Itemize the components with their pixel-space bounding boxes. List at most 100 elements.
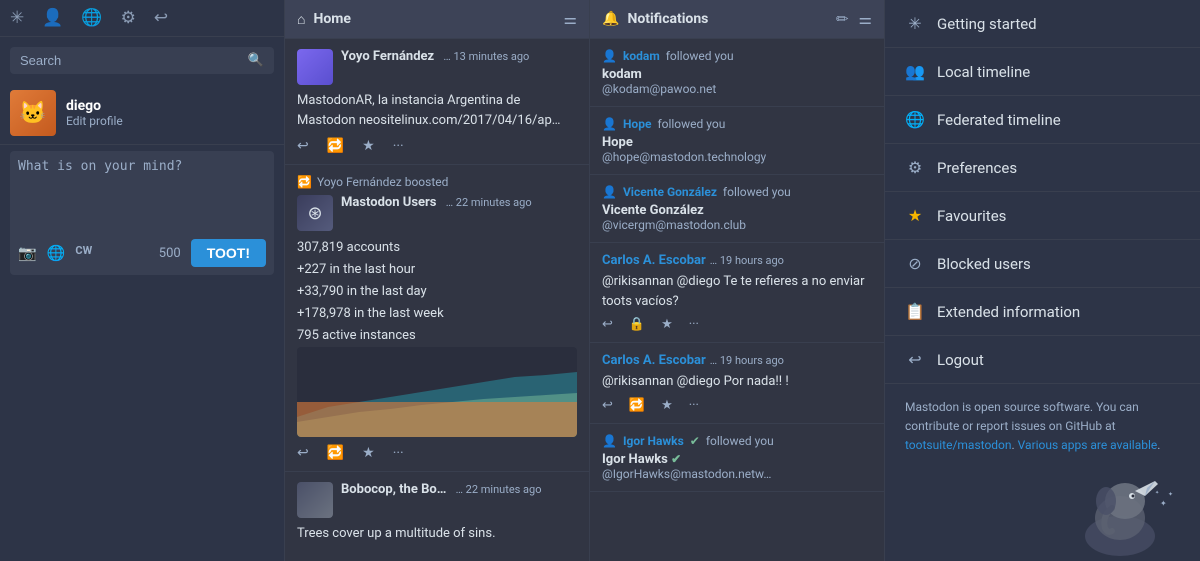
logout-icon[interactable]: ↩ [154,8,168,28]
notif-follow-header: 👤 kodam followed you [602,49,872,63]
follow-icon: 👤 [602,49,617,63]
reply-actions: ↩ 🔒 ★ ··· [602,317,872,332]
search-input[interactable] [20,53,248,68]
post-avatar: ⊛ [297,195,333,231]
more-icon[interactable]: ··· [689,398,699,413]
notif-action: followed you [666,49,734,63]
notif-handle: @hope@mastodon.technology [602,150,872,164]
left-sidebar: ✳ 👤 🌐 ⚙ ↩ 🔍 🐱 diego Edit profile 📷 🌐 CW … [0,0,285,561]
fav-icon[interactable]: ★ [661,317,673,332]
nav-blocked-users[interactable]: ⊘ Blocked users [885,240,1200,288]
notif-display-name[interactable]: Hope [602,135,872,150]
sliders-icon[interactable]: ⚌ [564,10,577,28]
more-icon[interactable]: ··· [393,445,404,461]
char-count: 500 [159,246,181,261]
reply-content: @rikisannan @diego Te te refieres a no e… [602,272,872,311]
post-item: 🔁 Yoyo Fernández boosted ⊛ Mastodon User… [285,165,589,472]
fav-icon[interactable]: ★ [362,445,375,461]
avatar[interactable]: 🐱 [10,90,56,136]
footer-link-tootsuite[interactable]: tootsuite/mastodon [905,438,1012,452]
nav-favourites[interactable]: ★ Favourites [885,192,1200,240]
cw-button[interactable]: CW [75,244,92,262]
notif-action: followed you [657,117,725,131]
home-header-left: ⌂ Home [297,11,351,28]
puzzle-icon[interactable]: ✳ [10,8,24,28]
post-author[interactable]: Bobocop, the Bo… [341,482,446,497]
notif-handle: @kodam@pawoo.net [602,82,872,96]
home-column-body[interactable]: Yoyo Fernández … 13 minutes ago Mastodon… [285,39,589,561]
more-icon[interactable]: ··· [393,138,404,154]
settings-icon[interactable]: ⚙ [121,8,136,28]
notif-action: followed you [706,434,774,448]
reply-username[interactable]: Carlos A. Escobar [602,353,706,368]
verified-badge-inline: ✔ [671,452,681,466]
blocked-users-icon: ⊘ [905,254,925,273]
profile-info: diego Edit profile [66,98,123,128]
svg-text:✦: ✦ [1160,499,1167,508]
boost-icon[interactable]: 🔁 [327,138,344,154]
notif-username[interactable]: Igor Hawks [623,434,684,448]
boost-small-icon: 🔁 [297,175,312,189]
edit-profile-link[interactable]: Edit profile [66,114,123,128]
notif-display-name[interactable]: kodam [602,67,872,82]
camera-icon[interactable]: 📷 [18,244,37,262]
notif-display-name[interactable]: Vicente González [602,203,872,218]
nav-local-timeline[interactable]: 👥 Local timeline [885,48,1200,96]
fav-icon[interactable]: ★ [362,138,375,154]
notif-username[interactable]: Vicente González [623,185,717,199]
filter-icon[interactable]: ✏ [836,10,849,28]
notif-handle: @vicergm@mastodon.club [602,218,872,232]
boost-icon[interactable]: 🔁 [629,398,645,413]
post-meta: Bobocop, the Bo… … 22 minutes ago [341,482,577,497]
nav-preferences[interactable]: ⚙ Preferences [885,144,1200,192]
nav-federated-timeline[interactable]: 🌐 Federated timeline [885,96,1200,144]
compose-icons: 📷 🌐 CW [18,244,92,262]
blocked-users-label: Blocked users [937,255,1031,273]
home-icon: ⌂ [297,11,305,28]
notification-item: Carlos A. Escobar … 19 hours ago @rikisa… [590,243,884,343]
home-column: ⌂ Home ⚌ Yoyo Fernández … 13 minutes ago… [285,0,590,561]
settings-notif-icon[interactable]: ⚌ [859,10,872,28]
favourites-label: Favourites [937,207,1006,225]
footer-link-apps[interactable]: Various apps are available [1018,438,1158,452]
compose-area: 📷 🌐 CW 500 TOOT! [10,151,274,275]
globe-icon[interactable]: 🌐 [81,8,102,28]
lock-icon[interactable]: 🔒 [629,317,645,332]
notif-username[interactable]: Hope [623,117,651,131]
post-time: … 13 minutes ago [443,50,529,63]
earth-icon[interactable]: 🌐 [47,244,66,262]
notif-display-name[interactable]: Igor Hawks ✔ [602,452,872,467]
people-icon[interactable]: 👤 [42,8,63,28]
boost-icon[interactable]: 🔁 [327,445,344,461]
follow-icon: 👤 [602,185,617,199]
reply-time: … 19 hours ago [710,254,784,267]
nav-getting-started[interactable]: ✳ Getting started [885,0,1200,48]
post-author[interactable]: Mastodon Users [341,195,436,210]
reply-icon[interactable]: ↩ [297,138,309,154]
follow-icon: 👤 [602,434,617,448]
profile-area: 🐱 diego Edit profile [0,82,284,145]
search-bar: 🔍 [10,47,274,74]
reply-icon[interactable]: ↩ [602,398,613,413]
post-header: Bobocop, the Bo… … 22 minutes ago [297,482,577,518]
more-icon[interactable]: ··· [689,317,699,332]
post-author[interactable]: Yoyo Fernández [341,49,434,64]
preferences-icon: ⚙ [905,158,925,177]
notification-item: 👤 Igor Hawks ✔ followed you Igor Hawks ✔… [590,424,884,492]
federated-timeline-label: Federated timeline [937,111,1061,129]
notif-follow-header: 👤 Igor Hawks ✔ followed you [602,434,872,448]
compose-textarea[interactable] [18,159,266,229]
post-stats: 307,819 accounts +227 in the last hour +… [297,237,577,347]
reply-username[interactable]: Carlos A. Escobar [602,253,706,268]
fav-icon[interactable]: ★ [661,398,673,413]
nav-extended-information[interactable]: 📋 Extended information [885,288,1200,336]
notifications-body[interactable]: 👤 kodam followed you kodam @kodam@pawoo.… [590,39,884,561]
nav-logout[interactable]: ↩ Logout [885,336,1200,384]
reply-icon[interactable]: ↩ [602,317,613,332]
username: diego [66,98,123,114]
toot-button[interactable]: TOOT! [191,239,266,267]
reply-icon[interactable]: ↩ [297,445,309,461]
notif-username[interactable]: kodam [623,49,660,63]
extended-information-label: Extended information [937,303,1080,321]
notif-reply-header: Carlos A. Escobar … 19 hours ago [602,353,872,368]
